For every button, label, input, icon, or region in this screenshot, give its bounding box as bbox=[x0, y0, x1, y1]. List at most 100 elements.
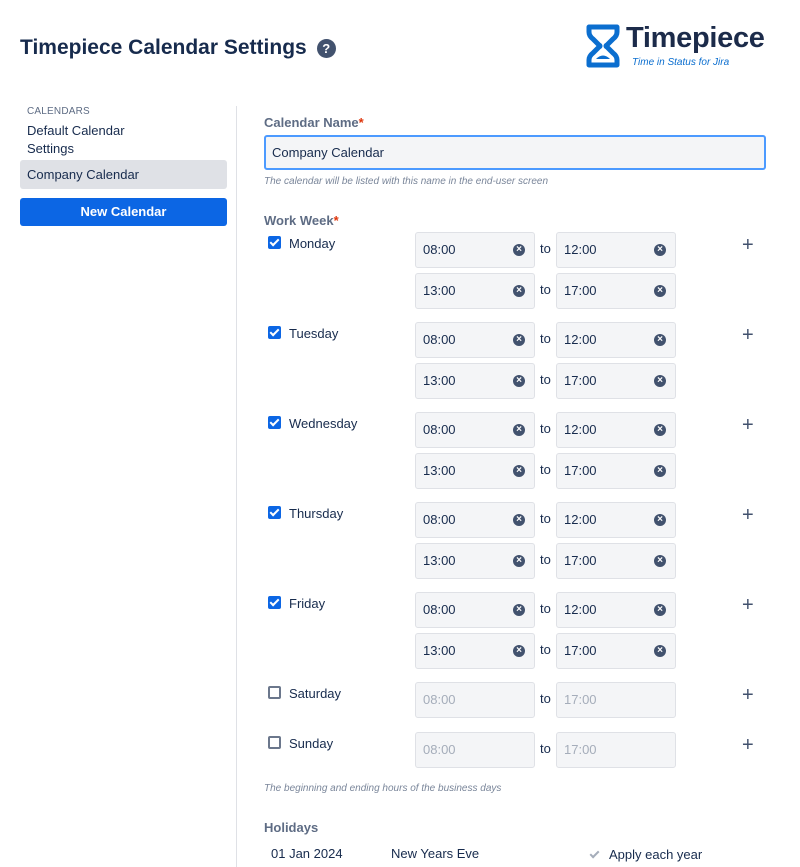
sunday-add-slot-plus-icon[interactable]: + bbox=[742, 735, 754, 755]
time-value: 17:00 bbox=[564, 742, 597, 757]
monday-checkbox[interactable] bbox=[268, 236, 281, 249]
clear-icon[interactable]: × bbox=[513, 375, 525, 387]
thursday-end-time-input[interactable]: 17:00 × bbox=[556, 543, 676, 579]
sidebar-item-default-calendar[interactable]: Default Calendar Settings bbox=[27, 122, 167, 158]
thursday-checkbox[interactable] bbox=[268, 506, 281, 519]
page-title-text: Timepiece Calendar Settings bbox=[20, 36, 307, 59]
thursday-label: Thursday bbox=[289, 506, 344, 521]
wednesday-end-time-input[interactable]: 12:00 × bbox=[556, 412, 676, 448]
wednesday-checkbox[interactable] bbox=[268, 416, 281, 429]
clear-icon[interactable]: × bbox=[654, 645, 666, 657]
calendar-name-label-text: Calendar Name bbox=[264, 115, 359, 130]
to-label: to bbox=[540, 372, 551, 387]
clear-icon[interactable]: × bbox=[513, 514, 525, 526]
time-value: 08:00 bbox=[423, 422, 456, 437]
to-label: to bbox=[540, 601, 551, 616]
time-value: 17:00 bbox=[564, 692, 597, 707]
time-value: 12:00 bbox=[564, 512, 597, 527]
tuesday-checkbox[interactable] bbox=[268, 326, 281, 339]
sunday-checkbox[interactable] bbox=[268, 736, 281, 749]
calendar-name-input[interactable] bbox=[264, 135, 766, 170]
work-week-help: The beginning and ending hours of the bu… bbox=[264, 783, 502, 794]
saturday-add-slot-plus-icon[interactable]: + bbox=[742, 685, 754, 705]
to-label: to bbox=[540, 462, 551, 477]
clear-icon[interactable]: × bbox=[513, 465, 525, 477]
sidebar-item-company-calendar[interactable]: Company Calendar bbox=[20, 160, 227, 189]
time-value: 12:00 bbox=[564, 242, 597, 257]
friday-checkbox[interactable] bbox=[268, 596, 281, 609]
saturday-end-time-input: 17:00 bbox=[556, 682, 676, 718]
thursday-add-slot-plus-icon[interactable]: + bbox=[742, 505, 754, 525]
timepiece-logo: Timepiece Time in Status for Jira bbox=[585, 22, 775, 70]
sunday-label: Sunday bbox=[289, 736, 334, 751]
clear-icon[interactable]: × bbox=[654, 334, 666, 346]
saturday-checkbox[interactable] bbox=[268, 686, 281, 699]
to-label: to bbox=[540, 331, 551, 346]
holidays-label: Holidays bbox=[264, 820, 319, 835]
wednesday-label: Wednesday bbox=[289, 416, 358, 431]
friday-start-time-input[interactable]: 13:00 × bbox=[415, 633, 535, 669]
to-label: to bbox=[540, 511, 551, 526]
saturday-label: Saturday bbox=[289, 686, 342, 701]
monday-start-time-input[interactable]: 08:00 × bbox=[415, 232, 535, 268]
apply-each-year-checkbox[interactable] bbox=[589, 849, 600, 860]
saturday-start-time-input: 08:00 bbox=[415, 682, 535, 718]
time-value: 12:00 bbox=[564, 332, 597, 347]
monday-end-time-input[interactable]: 12:00 × bbox=[556, 232, 676, 268]
monday-add-slot-plus-icon[interactable]: + bbox=[742, 235, 754, 255]
time-value: 17:00 bbox=[564, 553, 597, 568]
thursday-start-time-input[interactable]: 13:00 × bbox=[415, 543, 535, 579]
work-week-label-text: Work Week bbox=[264, 213, 334, 228]
time-value: 08:00 bbox=[423, 742, 456, 757]
clear-icon[interactable]: × bbox=[513, 555, 525, 567]
clear-icon[interactable]: × bbox=[654, 555, 666, 567]
time-value: 08:00 bbox=[423, 602, 456, 617]
monday-start-time-input[interactable]: 13:00 × bbox=[415, 273, 535, 309]
clear-icon[interactable]: × bbox=[513, 645, 525, 657]
clear-icon[interactable]: × bbox=[513, 285, 525, 297]
clear-icon[interactable]: × bbox=[654, 604, 666, 616]
page-title: Timepiece Calendar Settings ? bbox=[20, 36, 336, 60]
tuesday-add-slot-plus-icon[interactable]: + bbox=[742, 325, 754, 345]
tuesday-label: Tuesday bbox=[289, 326, 339, 341]
tuesday-end-time-input[interactable]: 17:00 × bbox=[556, 363, 676, 399]
clear-icon[interactable]: × bbox=[654, 285, 666, 297]
monday-end-time-input[interactable]: 17:00 × bbox=[556, 273, 676, 309]
tuesday-end-time-input[interactable]: 12:00 × bbox=[556, 322, 676, 358]
friday-start-time-input[interactable]: 08:00 × bbox=[415, 592, 535, 628]
friday-add-slot-plus-icon[interactable]: + bbox=[742, 595, 754, 615]
clear-icon[interactable]: × bbox=[513, 334, 525, 346]
sunday-start-time-input: 08:00 bbox=[415, 732, 535, 768]
thursday-start-time-input[interactable]: 08:00 × bbox=[415, 502, 535, 538]
required-mark: * bbox=[358, 115, 364, 130]
wednesday-start-time-input[interactable]: 13:00 × bbox=[415, 453, 535, 489]
wednesday-add-slot-plus-icon[interactable]: + bbox=[742, 415, 754, 435]
clear-icon[interactable]: × bbox=[654, 375, 666, 387]
tuesday-start-time-input[interactable]: 08:00 × bbox=[415, 322, 535, 358]
clear-icon[interactable]: × bbox=[654, 424, 666, 436]
clear-icon[interactable]: × bbox=[513, 244, 525, 256]
friday-end-time-input[interactable]: 12:00 × bbox=[556, 592, 676, 628]
divider bbox=[236, 106, 237, 867]
wednesday-end-time-input[interactable]: 17:00 × bbox=[556, 453, 676, 489]
friday-label: Friday bbox=[289, 596, 326, 611]
tuesday-start-time-input[interactable]: 13:00 × bbox=[415, 363, 535, 399]
clear-icon[interactable]: × bbox=[513, 604, 525, 616]
clear-icon[interactable]: × bbox=[654, 465, 666, 477]
to-label: to bbox=[540, 642, 551, 657]
clear-icon[interactable]: × bbox=[513, 424, 525, 436]
help-icon[interactable]: ? bbox=[316, 38, 336, 58]
friday-end-time-input[interactable]: 17:00 × bbox=[556, 633, 676, 669]
time-value: 17:00 bbox=[564, 373, 597, 388]
calendar-name-label: Calendar Name* bbox=[264, 115, 364, 130]
clear-icon[interactable]: × bbox=[654, 514, 666, 526]
wednesday-start-time-input[interactable]: 08:00 × bbox=[415, 412, 535, 448]
to-label: to bbox=[540, 421, 551, 436]
thursday-end-time-input[interactable]: 12:00 × bbox=[556, 502, 676, 538]
new-calendar-button[interactable]: New Calendar bbox=[20, 198, 227, 226]
holiday-date: 01 Jan 2024 bbox=[271, 846, 343, 861]
time-value: 12:00 bbox=[564, 602, 597, 617]
to-label: to bbox=[540, 552, 551, 567]
to-label: to bbox=[540, 741, 551, 756]
clear-icon[interactable]: × bbox=[654, 244, 666, 256]
